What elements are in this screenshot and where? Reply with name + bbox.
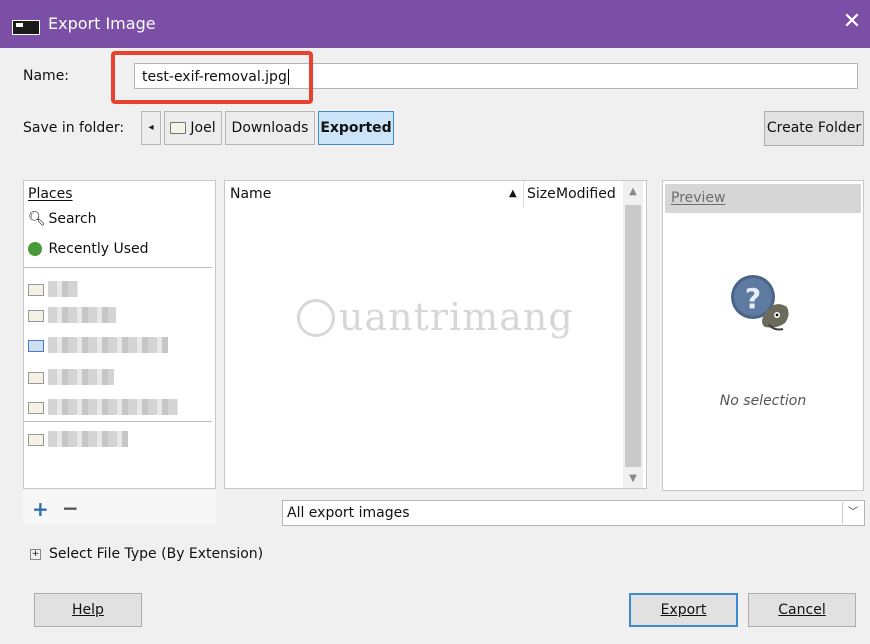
- preview-status: No selection: [719, 393, 807, 409]
- select-file-type-expander[interactable]: + Select File Type (By Extension): [30, 546, 263, 562]
- remove-bookmark-icon[interactable]: −: [62, 496, 79, 520]
- watermark-text: uantrimang: [339, 295, 574, 339]
- search-icon: 🔍︎: [28, 211, 46, 227]
- places-item-search-label: Search: [48, 211, 97, 227]
- path-back-button[interactable]: ◂: [141, 111, 161, 145]
- drive-icon: [28, 340, 44, 352]
- cancel-button-label: Cancel: [778, 602, 826, 618]
- filename-value: test-exif-removal.jpg: [142, 69, 287, 85]
- add-bookmark-icon[interactable]: +: [32, 497, 49, 521]
- folder-icon: [170, 122, 187, 134]
- close-icon[interactable]: ✕: [840, 10, 864, 34]
- scrollbar-thumb[interactable]: [625, 205, 641, 467]
- column-divider: [523, 181, 524, 207]
- folder-icon: [28, 402, 44, 414]
- help-button[interactable]: Help: [34, 593, 142, 627]
- places-footer: [23, 490, 216, 524]
- preview-pane: Preview ? No selection: [662, 180, 864, 491]
- places-header: Places: [28, 186, 73, 202]
- sort-ascending-icon: ▲: [509, 188, 517, 199]
- scroll-down-icon[interactable]: ▼: [623, 469, 643, 488]
- column-header-modified[interactable]: Modified: [556, 186, 616, 202]
- places-item-recently-used[interactable]: Recently Used: [28, 241, 149, 257]
- cancel-button[interactable]: Cancel: [748, 593, 856, 627]
- places-item-search[interactable]: 🔍︎ Search: [28, 211, 97, 227]
- watermark-bulb-icon: [297, 299, 335, 337]
- folder-icon: [28, 284, 44, 296]
- window-title: Export Image: [48, 14, 156, 33]
- redacted-bookmark: [48, 399, 178, 415]
- create-folder-button[interactable]: Create Folder: [764, 111, 864, 146]
- places-separator: [24, 267, 212, 268]
- scroll-up-icon[interactable]: ▲: [623, 181, 643, 203]
- save-in-folder-label: Save in folder:: [23, 120, 125, 136]
- preview-header: Preview: [665, 184, 861, 213]
- folder-icon: [28, 434, 44, 446]
- path-crumb-joel-label: Joel: [190, 120, 216, 136]
- redacted-bookmark: [48, 281, 78, 297]
- redacted-bookmark: [48, 369, 114, 385]
- svg-text:?: ?: [745, 282, 761, 315]
- filename-input[interactable]: test-exif-removal.jpg: [134, 63, 858, 89]
- places-pane: Places 🔍︎ Search Recently Used: [23, 180, 216, 489]
- name-label: Name:: [23, 68, 70, 84]
- redacted-bookmark: [48, 431, 128, 447]
- redacted-bookmark: [48, 307, 116, 323]
- places-separator: [24, 421, 212, 422]
- recent-icon: [28, 242, 42, 256]
- file-filter-value: All export images: [287, 505, 410, 521]
- export-button-label: Export: [660, 602, 707, 618]
- column-header-size[interactable]: Size: [527, 186, 556, 202]
- help-button-label: Help: [72, 602, 104, 618]
- gimp-app-icon: [12, 20, 40, 35]
- folder-icon: [28, 372, 44, 384]
- path-crumb-joel[interactable]: Joel: [164, 111, 222, 145]
- title-bar: Export Image ✕: [0, 0, 870, 48]
- export-button[interactable]: Export: [629, 593, 738, 627]
- file-list[interactable]: Name ▲ Size Modified uantrimang ▲ ▼: [224, 180, 647, 489]
- chevron-down-icon[interactable]: ﹀: [842, 502, 863, 524]
- redacted-bookmark: [48, 337, 168, 353]
- expand-icon: +: [30, 548, 41, 560]
- column-header-name[interactable]: Name: [230, 186, 271, 202]
- file-filter-select[interactable]: All export images ﹀: [282, 500, 865, 526]
- path-crumb-downloads[interactable]: Downloads: [225, 111, 315, 145]
- text-caret: [287, 69, 289, 85]
- folder-icon: [28, 310, 44, 322]
- path-crumb-exported[interactable]: Exported: [318, 111, 394, 145]
- gimp-unknown-preview-icon: ?: [731, 275, 789, 331]
- places-item-recently-used-label: Recently Used: [48, 241, 149, 257]
- select-file-type-label: Select File Type (By Extension): [49, 546, 264, 562]
